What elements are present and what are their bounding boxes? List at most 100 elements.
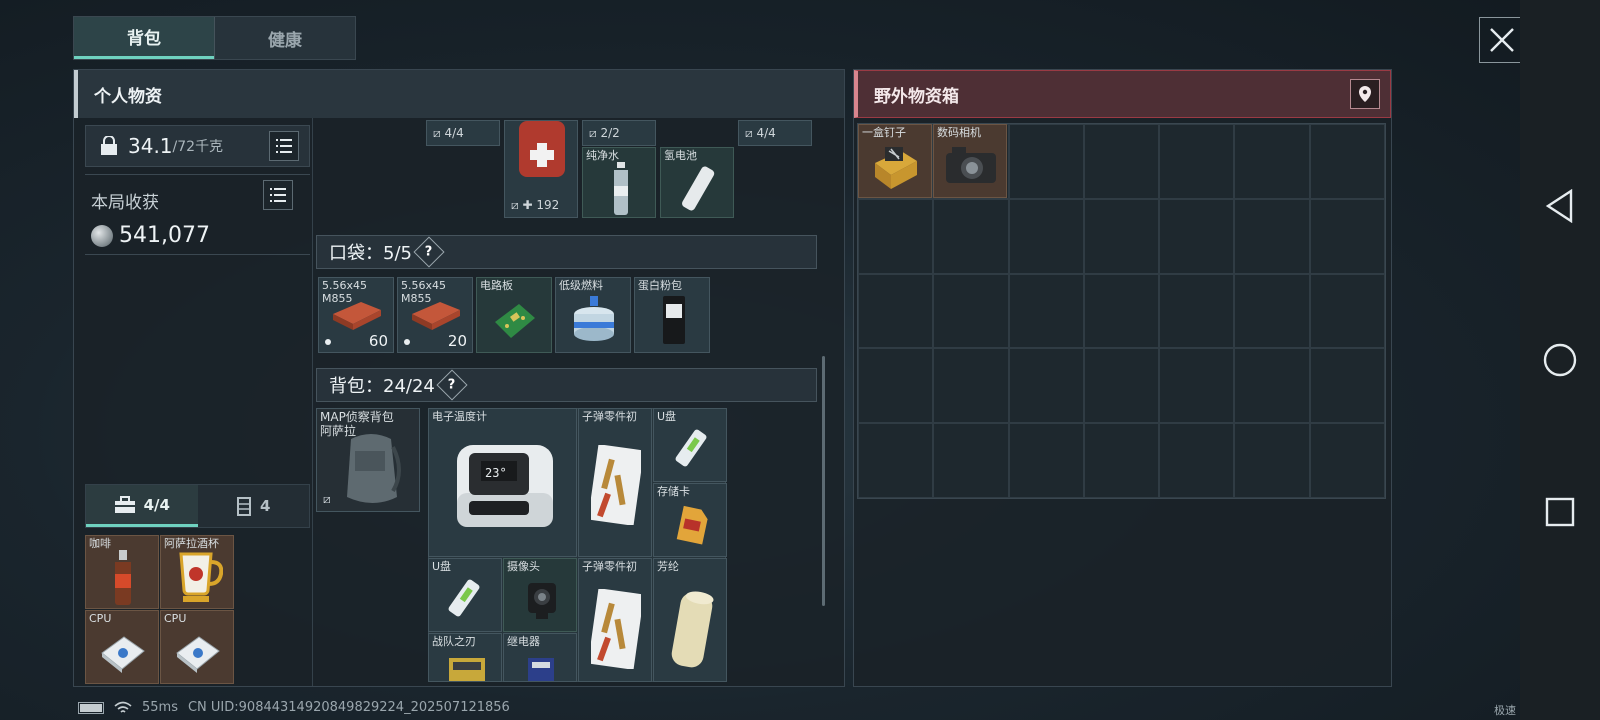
grid-cell[interactable] xyxy=(933,273,1009,349)
grid-cell[interactable] xyxy=(1309,348,1385,424)
slot-badge: ⧄ 4/4 xyxy=(433,126,464,140)
pocket-item-ammo-2[interactable]: 5.56x45 M855 20 xyxy=(397,277,473,353)
nail-box-icon xyxy=(875,147,917,189)
item-ammo-parts-1[interactable]: 子弹零件初 xyxy=(578,408,652,557)
tab-health[interactable]: 健康 xyxy=(214,17,355,59)
grid-cell[interactable] xyxy=(858,198,934,274)
grid-cell[interactable] xyxy=(1083,124,1160,199)
panel-header-field-box: 野外物资箱 xyxy=(854,70,1391,118)
nav-home-button[interactable] xyxy=(1520,330,1600,390)
grid-cell[interactable] xyxy=(1309,273,1385,349)
pocket-item-ammo-1[interactable]: 5.56x45 M855 60 xyxy=(318,277,394,353)
backpack-header: 背包：24/24 ? xyxy=(316,368,817,402)
tab-case[interactable]: 4/4 xyxy=(86,485,198,527)
grid-cell[interactable] xyxy=(1008,198,1084,274)
tab-safe[interactable]: 4 xyxy=(198,485,310,527)
close-button[interactable] xyxy=(1479,17,1525,63)
item-thermometer[interactable]: 电子温度计 23° xyxy=(428,408,577,557)
grid-cell[interactable] xyxy=(1234,198,1310,274)
grid-cell[interactable] xyxy=(1309,124,1385,199)
item-team-blade[interactable]: 战队之刃 xyxy=(428,633,502,682)
safe-item-cup[interactable]: 阿萨拉酒杯 xyxy=(160,535,234,609)
grid-cell[interactable] xyxy=(933,348,1009,424)
grid-cell[interactable] xyxy=(858,423,934,498)
item-camera[interactable]: 摄像头 xyxy=(503,558,577,632)
item-usb-1[interactable]: U盘 xyxy=(653,408,727,482)
item-water[interactable]: 纯净水 xyxy=(582,147,656,218)
list-icon xyxy=(270,188,286,202)
pocket-item-fuel[interactable]: 低级燃料 xyxy=(555,277,631,353)
backpack-help-button[interactable]: ? xyxy=(436,369,468,401)
item-name: CPU xyxy=(89,612,112,625)
tab-backpack[interactable]: 背包 xyxy=(74,17,214,59)
grid-cell[interactable] xyxy=(1234,273,1310,349)
item-name: 氢电池 xyxy=(664,149,697,162)
toolbox-icon xyxy=(114,495,135,513)
grid-cell[interactable] xyxy=(1309,198,1385,274)
equip-slot-c[interactable]: ⧄ 4/4 xyxy=(738,120,812,146)
item-hydrogen-battery[interactable]: 氢电池 xyxy=(660,147,734,218)
item-ammo-parts-2[interactable]: 子弹零件初 xyxy=(578,558,652,682)
grid-cell[interactable] xyxy=(1008,423,1084,498)
bag-name: MAP侦察背包 阿萨拉 xyxy=(320,410,394,438)
gain-list-button[interactable] xyxy=(263,180,293,210)
item-usb-2[interactable]: U盘 xyxy=(428,558,502,632)
fabric-roll-icon xyxy=(671,591,714,668)
ammo-dot xyxy=(404,339,410,345)
grid-cell[interactable] xyxy=(858,348,934,424)
safe-item-cpu-2[interactable]: CPU xyxy=(160,610,234,684)
grid-cell[interactable] xyxy=(1234,124,1310,199)
ammo-parts-card-icon xyxy=(591,589,641,669)
location-pin-button[interactable] xyxy=(1350,79,1380,109)
grid-cell[interactable] xyxy=(1159,124,1235,199)
safe-item-coffee[interactable]: 咖啡 xyxy=(85,535,159,609)
round-gain-label: 本局收获 xyxy=(91,193,159,213)
grid-cell[interactable] xyxy=(933,198,1009,274)
pocket-item-protein[interactable]: 蛋白粉包 xyxy=(634,277,710,353)
equip-slot-b[interactable]: ⧄ 2/2 xyxy=(582,120,656,146)
field-item-digital-camera[interactable]: 数码相机 xyxy=(933,124,1007,198)
grid-cell[interactable] xyxy=(1159,423,1235,498)
grid-cell[interactable] xyxy=(933,423,1009,498)
grid-cell[interactable] xyxy=(1083,348,1160,424)
item-memory-card[interactable]: 存储卡 xyxy=(653,483,727,557)
item-name: 蛋白粉包 xyxy=(638,279,682,292)
item-name: 5.56x45 M855 xyxy=(401,279,446,305)
grid-cell[interactable] xyxy=(1159,198,1235,274)
field-item-nails[interactable]: 一盒钉子 xyxy=(858,124,932,198)
grid-cell[interactable] xyxy=(1159,273,1235,349)
grid-cell[interactable] xyxy=(1008,124,1084,199)
grid-cell[interactable] xyxy=(1008,273,1084,349)
item-name: 芳纶 xyxy=(657,560,679,573)
item-name: U盘 xyxy=(657,410,677,423)
grid-cell[interactable] xyxy=(1083,423,1160,498)
grid-cell[interactable] xyxy=(1083,198,1160,274)
inventory-tabs: 背包 健康 xyxy=(73,16,356,60)
equip-slot-a[interactable]: ⧄ 4/4 xyxy=(426,120,500,146)
recents-square-icon xyxy=(1545,497,1575,527)
grid-cell[interactable] xyxy=(1234,348,1310,424)
safe-item-cpu-1[interactable]: CPU xyxy=(85,610,159,684)
nav-recents-button[interactable] xyxy=(1520,482,1600,542)
grid-cell[interactable] xyxy=(1234,423,1310,498)
grid-cell[interactable] xyxy=(1083,273,1160,349)
camera-icon xyxy=(528,583,556,619)
locker-icon xyxy=(237,497,252,516)
item-medkit[interactable]: ⧄ ✚ 192 xyxy=(504,120,578,218)
backpack-label: 背包：24/24 xyxy=(329,376,435,397)
nav-back-button[interactable] xyxy=(1520,176,1600,236)
personal-supplies-panel: 个人物资 34.1 /72千克 本局收获 541,077 4/4 4 咖啡 阿萨… xyxy=(73,69,845,687)
item-relay[interactable]: 继电器 xyxy=(503,633,577,682)
grid-cell[interactable] xyxy=(1159,348,1235,424)
grid-cell[interactable] xyxy=(1008,348,1084,424)
pocket-help-button[interactable]: ? xyxy=(413,236,445,268)
grid-cell[interactable] xyxy=(1309,423,1385,498)
bag-badge: ⧄ xyxy=(323,492,331,506)
backpack-equipped[interactable]: MAP侦察背包 阿萨拉 ⧄ xyxy=(316,408,420,512)
scrollbar[interactable] xyxy=(822,356,825,606)
grid-cell[interactable] xyxy=(858,273,934,349)
item-aramid[interactable]: 芳纶 xyxy=(653,558,727,682)
item-name: 阿萨拉酒杯 xyxy=(164,537,219,550)
weight-list-button[interactable] xyxy=(269,131,299,161)
pocket-item-circuit-board[interactable]: 电路板 xyxy=(476,277,552,353)
